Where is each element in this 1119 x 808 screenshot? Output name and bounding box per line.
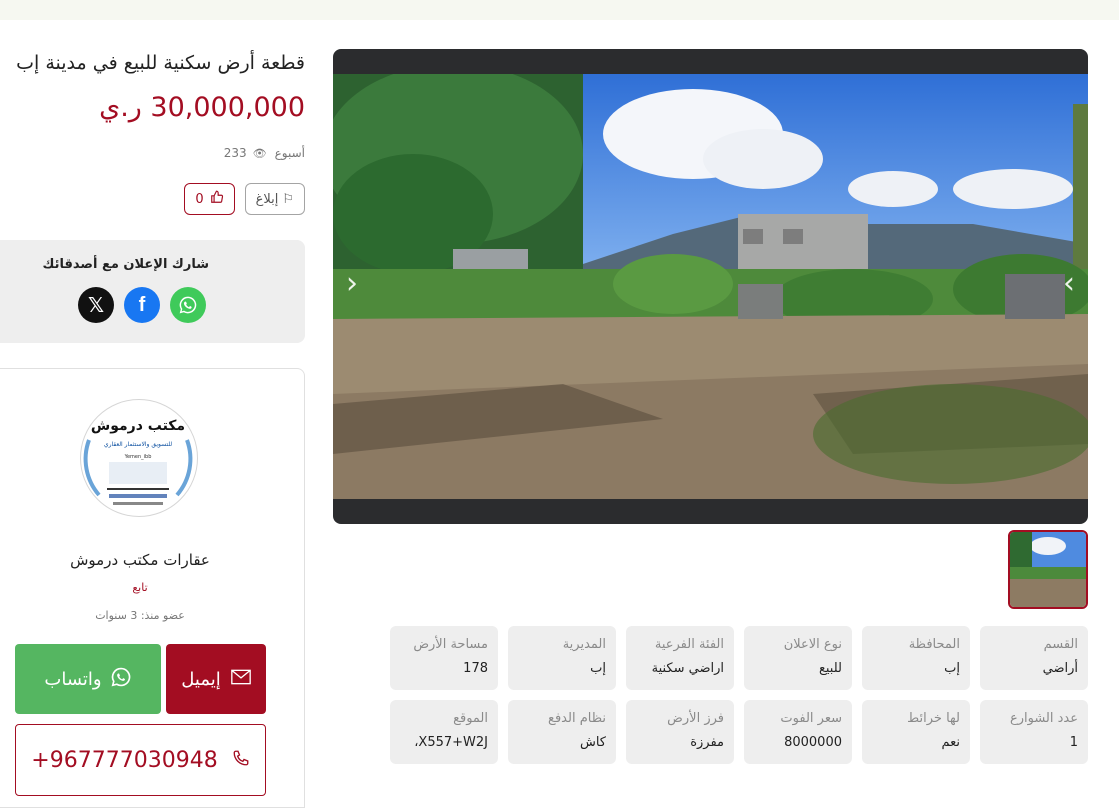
listing-actions: ⚐ إبلاغ 0 bbox=[184, 183, 305, 215]
spec-item: الموقع X557+W2J، bbox=[390, 700, 498, 764]
flag-icon: ⚐ bbox=[282, 191, 294, 207]
spec-value: للبيع bbox=[818, 661, 842, 676]
like-count: 0 bbox=[195, 191, 204, 207]
email-button[interactable]: إيميل bbox=[166, 644, 266, 714]
spec-value: 8000000 bbox=[784, 735, 842, 750]
spec-key: لها خرائط bbox=[907, 711, 960, 726]
agent-logo-image: مكتب درموش للتسويق والاستثمار العقاري Ye… bbox=[83, 418, 193, 505]
spec-value: كاش bbox=[579, 735, 606, 750]
spec-value: 178 bbox=[463, 661, 488, 676]
spec-item: المحافظة إب bbox=[862, 626, 970, 690]
spec-value: 1 bbox=[1069, 735, 1078, 750]
listing-price: 30,000,000 ر.ي bbox=[99, 92, 305, 123]
logo-subtitle: للتسويق والاستثمار العقاري bbox=[104, 441, 172, 448]
email-label: إيميل bbox=[181, 668, 221, 690]
envelope-icon bbox=[230, 669, 251, 690]
agent-logo[interactable]: مكتب درموش للتسويق والاستثمار العقاري Ye… bbox=[80, 399, 198, 517]
spec-key: نوع الاعلان bbox=[783, 637, 842, 652]
member-since: عضو منذ: 3 سنوات bbox=[95, 609, 185, 622]
previous-image-arrow[interactable]: ‹ bbox=[337, 269, 367, 299]
thumbnail-image bbox=[1010, 532, 1086, 607]
spec-value: أراضي bbox=[1042, 661, 1078, 676]
listing-photo bbox=[333, 74, 1088, 499]
spec-key: مساحة الأرض bbox=[413, 637, 488, 652]
phone-icon bbox=[232, 748, 250, 773]
spec-key: فرز الأرض bbox=[667, 711, 724, 726]
share-title: شارك الإعلان مع أصدقائك bbox=[42, 257, 209, 272]
spec-key: الموقع bbox=[453, 711, 488, 726]
spec-item: عدد الشوارع 1 bbox=[980, 700, 1088, 764]
spec-item: المديرية إب bbox=[508, 626, 616, 690]
spec-item: لها خرائط نعم bbox=[862, 700, 970, 764]
phone-button[interactable]: +967777030948 bbox=[15, 724, 266, 796]
next-image-arrow[interactable]: › bbox=[1054, 269, 1084, 299]
spec-key: المديرية bbox=[562, 637, 606, 652]
logo-handle: Yemen_ibb bbox=[124, 454, 152, 460]
whatsapp-label: واتساب bbox=[44, 668, 102, 690]
share-box: شارك الإعلان مع أصدقائك 𝕏 f bbox=[0, 240, 305, 343]
like-button[interactable]: 0 bbox=[184, 183, 235, 215]
spec-key: عدد الشوارع bbox=[1009, 711, 1078, 726]
image-gallery[interactable]: ‹ › bbox=[333, 49, 1088, 524]
spec-value: نعم bbox=[941, 735, 960, 750]
spec-item: مساحة الأرض 178 bbox=[390, 626, 498, 690]
whatsapp-icon[interactable] bbox=[170, 287, 206, 323]
phone-number: +967777030948 bbox=[31, 747, 218, 773]
posted-time: أسبوع bbox=[274, 146, 305, 160]
spec-item: نوع الاعلان للبيع bbox=[744, 626, 852, 690]
share-icons: 𝕏 f bbox=[78, 287, 206, 323]
gallery-thumbnail[interactable] bbox=[1008, 530, 1088, 609]
spec-key: المحافظة bbox=[908, 637, 960, 652]
x-icon[interactable]: 𝕏 bbox=[78, 287, 114, 323]
spec-value: إب bbox=[590, 661, 606, 676]
spec-key: نظام الدفع bbox=[548, 711, 606, 726]
agent-name[interactable]: عقارات مكتب درموش bbox=[0, 551, 280, 569]
facebook-icon[interactable]: f bbox=[124, 287, 160, 323]
report-label: إبلاغ bbox=[255, 191, 279, 207]
views-count: 👁 233 bbox=[224, 146, 267, 160]
spec-value: مفرزة bbox=[690, 735, 724, 750]
spec-key: سعر الفوت bbox=[780, 711, 842, 726]
report-button[interactable]: ⚐ إبلاغ bbox=[244, 183, 305, 215]
spec-item: الفئة الفرعية اراضي سكنية bbox=[626, 626, 734, 690]
spec-item: فرز الأرض مفرزة bbox=[626, 700, 734, 764]
listing-meta: أسبوع 👁 233 bbox=[224, 146, 305, 160]
thumbs-up-icon bbox=[210, 190, 224, 208]
spec-item: سعر الفوت 8000000 bbox=[744, 700, 852, 764]
spec-key: الفئة الفرعية bbox=[654, 637, 724, 652]
whatsapp-button-icon bbox=[110, 666, 132, 693]
views-value: 233 bbox=[223, 146, 247, 160]
spec-value: إب bbox=[944, 661, 960, 676]
spec-item: نظام الدفع كاش bbox=[508, 700, 616, 764]
follow-link[interactable]: تابع bbox=[0, 581, 280, 594]
whatsapp-button[interactable]: واتساب bbox=[15, 644, 161, 714]
logo-text: مكتب درموش bbox=[91, 418, 185, 434]
top-bar bbox=[0, 0, 1119, 20]
spec-item: القسم أراضي bbox=[980, 626, 1088, 690]
spec-value[interactable]: X557+W2J، bbox=[400, 735, 488, 751]
spec-key: القسم bbox=[1043, 637, 1078, 652]
eye-icon: 👁 bbox=[252, 146, 267, 160]
spec-value: اراضي سكنية bbox=[651, 661, 724, 676]
listing-title: قطعة أرض سكنية للبيع في مدينة إب bbox=[16, 52, 305, 74]
